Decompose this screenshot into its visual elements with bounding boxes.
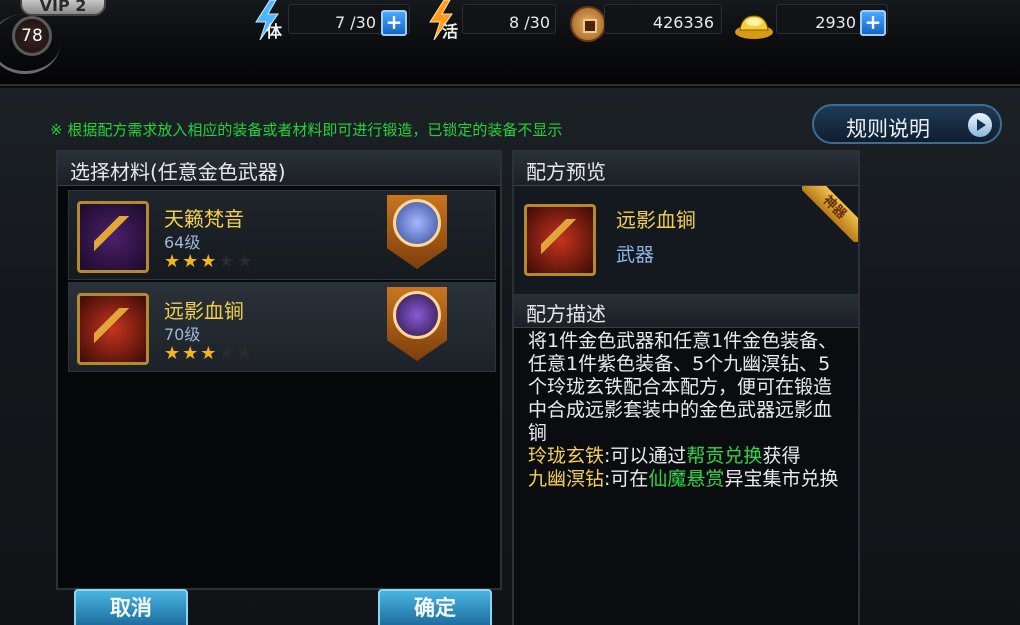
coin-icon <box>570 6 606 42</box>
source-text: 异宝集市兑换 <box>724 468 839 490</box>
hero-portrait-icon <box>393 199 441 247</box>
material-item[interactable]: 天籁梵音 64级 ★★★★★ <box>68 190 496 280</box>
recipe-source-line: 九幽溟钻:可在仙魔悬赏异宝集市兑换 <box>528 468 848 491</box>
star-rating: ★★★★★ <box>164 251 255 272</box>
source-link[interactable]: 仙魔悬赏 <box>648 468 724 490</box>
material-key: 玲珑玄铁 <box>528 445 605 467</box>
rules-button[interactable]: 规则说明 <box>812 104 1002 144</box>
source-text: 获得 <box>762 445 801 467</box>
material-level: 64级 <box>164 233 201 252</box>
cancel-button[interactable]: 取消 <box>74 589 188 625</box>
recipe-desc-header: 配方描述 <box>514 294 858 328</box>
recipe-description: 将1件金色武器和任意1件金色装备、任意1件紫色装备、5个九幽溟钻、5个玲珑玄铁配… <box>528 330 848 491</box>
gold-ingot-icon <box>735 15 773 39</box>
star-icon: ★ <box>164 343 183 364</box>
add-stamina-button[interactable]: + <box>381 10 407 36</box>
star-icon: ★ <box>164 251 183 272</box>
material-list-title: 选择材料(任意金色武器) <box>70 160 286 184</box>
material-level: 70级 <box>164 325 201 344</box>
star-rating: ★★★★★ <box>164 343 255 364</box>
recipe-desc-text: 将1件金色武器和任意1件金色装备、任意1件紫色装备、5个九幽溟钻、5个玲珑玄铁配… <box>528 330 838 444</box>
material-list-header: 选择材料(任意金色武器) <box>58 152 500 186</box>
source-text: :可以通过 <box>604 445 687 467</box>
recipe-preview-header: 配方预览 <box>514 152 858 186</box>
star-icon: ★ <box>182 343 201 364</box>
star-empty-icon: ★ <box>218 343 237 364</box>
material-key: 九幽溟钻 <box>528 468 605 490</box>
rules-button-label: 规则说明 <box>846 117 930 141</box>
recipe-panel: 配方预览 远影血锏 武器 神器 配方描述 将1件金色武器和任意1件金色装备、任意… <box>512 150 860 625</box>
vitality-label: 活 <box>442 22 459 41</box>
star-empty-icon: ★ <box>236 343 255 364</box>
recipe-item-name: 远影血锏 <box>616 208 696 232</box>
material-list-panel: 选择材料(任意金色武器) 天籁梵音 64级 ★★★★★ 远影血锏 70级 ★★★… <box>56 150 502 590</box>
artifact-ribbon-label: 神器 <box>802 186 858 242</box>
source-text: :可在 <box>604 468 649 490</box>
weapon-icon <box>524 204 596 276</box>
vip-area[interactable]: VIP 2 78 <box>0 0 118 74</box>
gold-value: 2930 <box>815 13 856 32</box>
weapon-icon <box>77 293 149 365</box>
equipped-hero-badge <box>387 195 447 269</box>
recipe-preview-title: 配方预览 <box>526 160 606 184</box>
material-name: 天籁梵音 <box>164 207 244 231</box>
stamina-value: 7 /30 <box>334 13 376 32</box>
artifact-ribbon: 神器 <box>802 186 858 242</box>
equipped-hero-badge <box>387 287 447 361</box>
confirm-button[interactable]: 确定 <box>378 589 492 625</box>
star-icon: ★ <box>200 251 219 272</box>
player-level: 78 <box>12 16 52 56</box>
weapon-icon <box>77 201 149 273</box>
recipe-item-type: 武器 <box>616 244 655 266</box>
material-item[interactable]: 远影血锏 70级 ★★★★★ <box>68 282 496 372</box>
star-empty-icon: ★ <box>236 251 255 272</box>
recipe-desc-title: 配方描述 <box>526 302 606 326</box>
star-empty-icon: ★ <box>218 251 237 272</box>
source-link[interactable]: 帮贡兑换 <box>686 445 762 467</box>
hero-portrait-icon <box>393 291 441 339</box>
vitality-value: 8 /30 <box>508 13 550 32</box>
recipe-source-line: 玲珑玄铁:可以通过帮贡兑换获得 <box>528 445 848 468</box>
vip-badge[interactable]: VIP 2 <box>20 0 106 16</box>
material-name: 远影血锏 <box>164 299 244 323</box>
star-icon: ★ <box>200 343 219 364</box>
coins-value: 426336 <box>652 13 714 32</box>
recipe-preview[interactable]: 远影血锏 武器 神器 <box>514 186 858 294</box>
add-gold-button[interactable]: + <box>860 10 886 36</box>
top-resource-bar: VIP 2 78 体 7 /30 + 活 8 /30 426336 2930 + <box>0 0 1020 86</box>
play-arrow-icon <box>968 113 992 137</box>
forge-hint-text: ※ 根据配方需求放入相应的装备或者材料即可进行锻造，已锁定的装备不显示 <box>50 121 563 139</box>
stamina-label: 体 <box>266 22 283 41</box>
star-icon: ★ <box>182 251 201 272</box>
